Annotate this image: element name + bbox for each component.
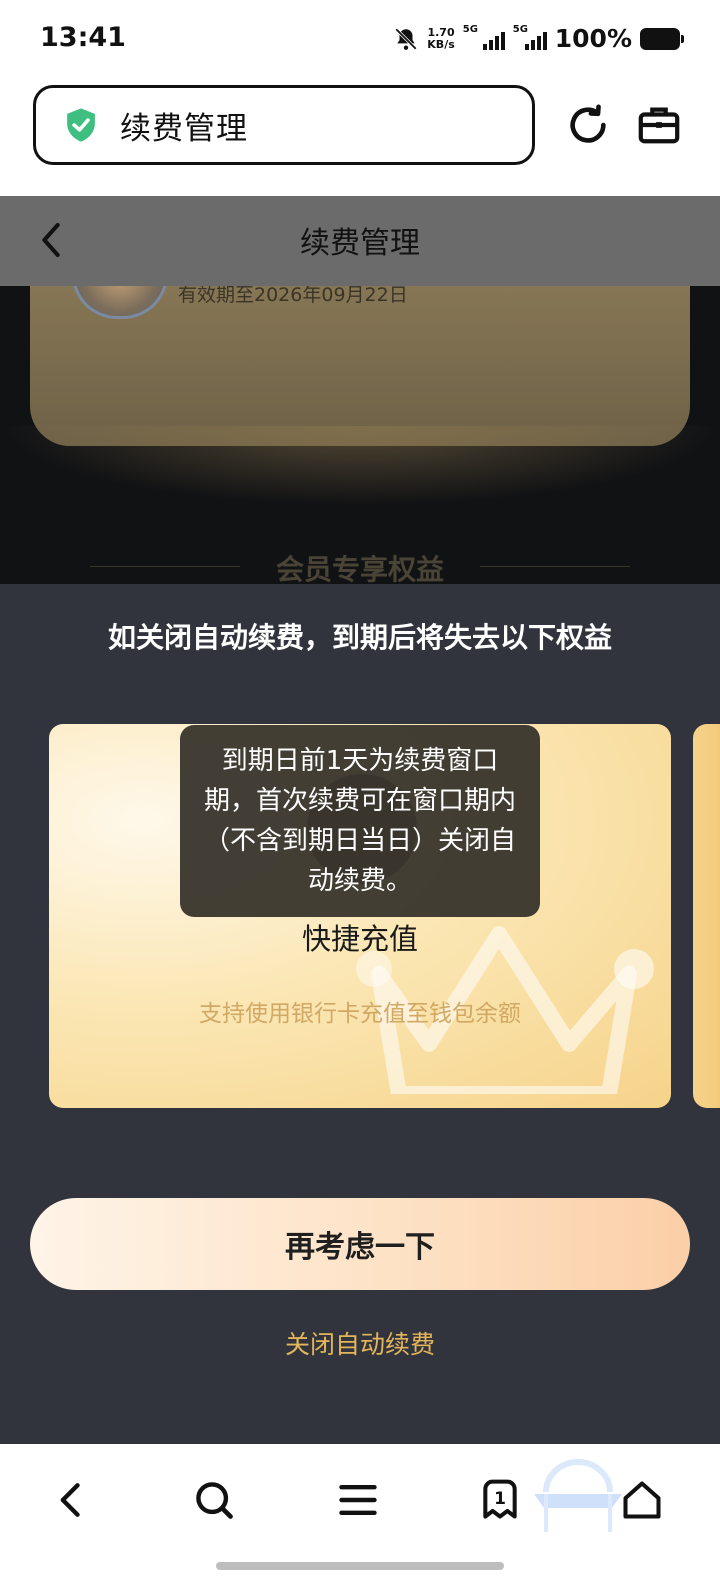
battery-icon (640, 27, 684, 50)
clock: 13:41 (40, 22, 126, 53)
network-speed: 1.70 KB/s (427, 25, 455, 51)
nav-back-icon[interactable] (50, 1478, 94, 1522)
address-bar[interactable]: 续费管理 (33, 85, 535, 165)
address-title: 续费管理 (120, 110, 248, 147)
expiry-date: 有效期至2026年09月22日 (178, 286, 408, 306)
browser-bottom-nav: 1 (0, 1448, 720, 1584)
signal-sim1-icon: 5G (463, 24, 505, 50)
net-speed-unit: KB/s (427, 37, 455, 51)
signal-sim2-icon: 5G (513, 24, 547, 50)
secure-shield-icon (67, 108, 95, 142)
mute-bell-icon (395, 27, 418, 50)
sim2-label: 5G (512, 23, 528, 35)
status-bar: 13:41 1.70 KB/s 5G 5G 100% (0, 0, 720, 80)
net-speed-value: 1.70 (427, 25, 455, 39)
battery-percent: 100% (554, 24, 632, 53)
page-header: 续费管理 (0, 196, 720, 286)
search-icon[interactable] (192, 1478, 236, 1522)
reconsider-button[interactable]: 再考虑一下 (30, 1198, 690, 1290)
cancel-renewal-sheet: 如关闭自动续费，到期后将失去以下权益 快捷充值 支持使用银行卡充值至钱包余额 (0, 584, 720, 1444)
sim1-label: 5G (462, 23, 478, 35)
browser-toolbar: 续费管理 (0, 80, 720, 196)
benefit-title: 快捷充值 (301, 922, 418, 956)
tabs-button[interactable]: 1 (478, 1478, 522, 1522)
benefit-description: 支持使用银行卡充值至钱包余额 (199, 1001, 521, 1027)
sheet-heading: 如关闭自动续费，到期后将失去以下权益 (107, 621, 612, 654)
briefcase-icon[interactable] (636, 102, 682, 148)
refresh-icon[interactable] (565, 102, 611, 148)
assistant-mascot-icon[interactable] (528, 1454, 628, 1534)
page-title: 续费管理 (300, 226, 420, 261)
home-icon[interactable] (620, 1478, 664, 1522)
menu-icon[interactable] (336, 1478, 380, 1522)
disable-auto-renew-link[interactable]: 关闭自动续费 (0, 1325, 720, 1361)
tab-count: 1 (494, 1489, 506, 1509)
status-icons: 1.70 KB/s 5G 5G 100% (393, 24, 684, 53)
membership-background: 有效期至2026年09月22日 会员专享权益 (0, 286, 720, 586)
card-glow (0, 426, 720, 506)
benefits-heading: 会员专享权益 (0, 548, 720, 586)
renewal-window-tooltip: 到期日前1天为续费窗口期，首次续费可在窗口期内（不含到期日当日）关闭自动续费。 (180, 725, 540, 917)
next-benefit-card (693, 724, 720, 1108)
gesture-home-bar[interactable] (216, 1562, 504, 1570)
